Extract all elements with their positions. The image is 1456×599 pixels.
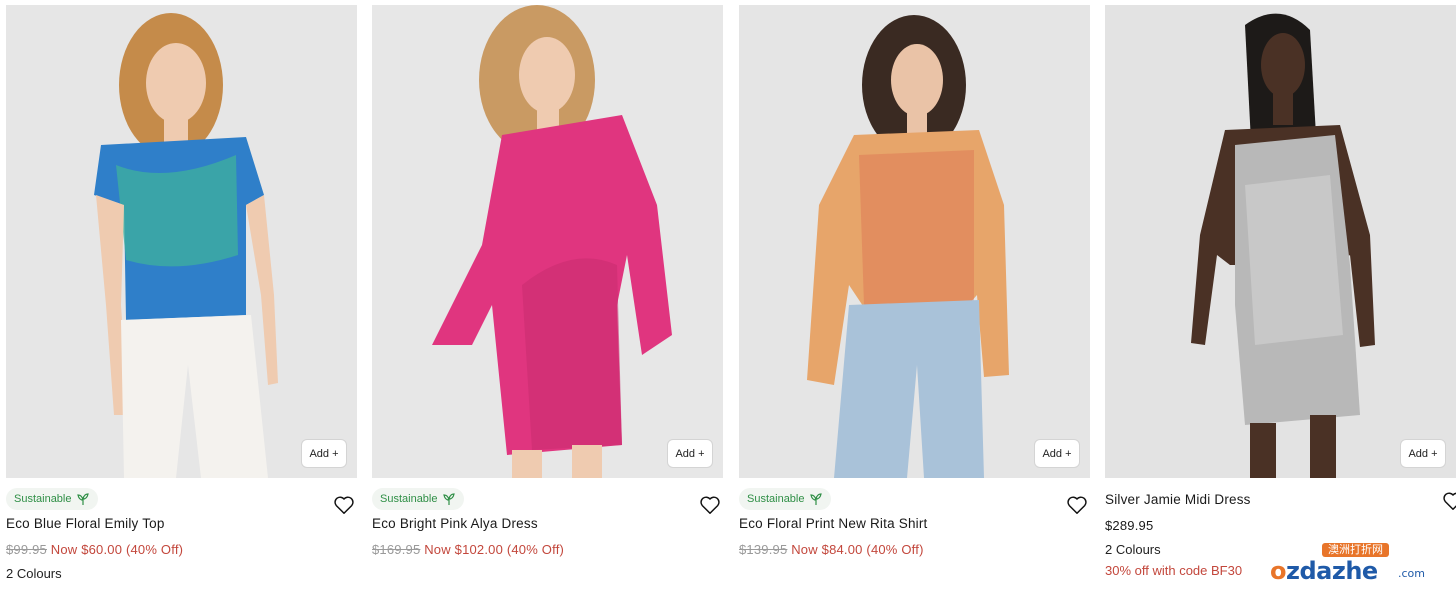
sale-price: Now $60.00 (40% Off)	[50, 542, 184, 557]
product-title[interactable]: Eco Blue Floral Emily Top	[6, 514, 357, 536]
wishlist-heart-icon[interactable]	[1066, 494, 1088, 516]
watermark-brand: ozdazhe	[1270, 557, 1378, 585]
sustainable-badge: Sustainable	[372, 488, 464, 510]
product-card[interactable]: Add + Sustainable Eco Blue Floral Emily …	[6, 5, 357, 585]
watermark-suffix: .com	[1398, 567, 1425, 580]
badge-label: Sustainable	[380, 493, 438, 505]
sale-price: Now $84.00 (40% Off)	[791, 542, 924, 557]
product-info: Sustainable Eco Floral Print New Rita Sh…	[739, 478, 1090, 561]
model-photo-placeholder	[6, 5, 357, 478]
product-title[interactable]: Eco Floral Print New Rita Shirt	[739, 514, 1090, 536]
price-row: $169.95 Now $102.00 (40% Off)	[372, 539, 723, 561]
add-to-bag-button[interactable]: Add +	[1034, 439, 1080, 468]
product-card[interactable]: Add + Silver Jamie Midi Dress $289.95 2 …	[1105, 5, 1456, 581]
price-row: $99.95 Now $60.00 (40% Off)	[6, 539, 357, 561]
badge-label: Sustainable	[747, 493, 805, 505]
original-price: $99.95	[6, 542, 47, 557]
product-title[interactable]: Eco Bright Pink Alya Dress	[372, 514, 723, 536]
badge-label: Sustainable	[14, 493, 72, 505]
leaf-icon	[76, 493, 89, 505]
price-row: $139.95 Now $84.00 (40% Off)	[739, 539, 1090, 561]
watermark-brand-o: o	[1270, 557, 1287, 585]
original-price: $139.95	[739, 542, 788, 557]
add-to-bag-button[interactable]: Add +	[1400, 439, 1446, 468]
product-info: Sustainable Eco Bright Pink Alya Dress $…	[372, 478, 723, 561]
sustainable-badge: Sustainable	[6, 488, 98, 510]
sustainable-badge: Sustainable	[739, 488, 831, 510]
product-image[interactable]: Add +	[739, 5, 1090, 478]
watermark-brand-rest: zdazhe	[1286, 557, 1378, 585]
price: $289.95	[1105, 518, 1154, 533]
wishlist-heart-icon[interactable]	[699, 494, 721, 516]
product-grid: Add + Sustainable Eco Blue Floral Emily …	[0, 0, 1456, 599]
watermark-tagline: 澳洲打折网	[1322, 543, 1389, 557]
site-watermark-logo: 澳洲打折网 ozdazhe .com	[1270, 543, 1440, 593]
colour-count[interactable]: 2 Colours	[6, 563, 357, 585]
add-to-bag-button[interactable]: Add +	[301, 439, 347, 468]
product-info: Sustainable Eco Blue Floral Emily Top $9…	[6, 478, 357, 585]
model-photo-placeholder	[739, 5, 1090, 478]
product-image[interactable]: Add +	[1105, 5, 1456, 478]
product-card[interactable]: Add + Sustainable Eco Bright Pink Alya D…	[372, 5, 723, 561]
product-card[interactable]: Add + Sustainable Eco Floral Print New R…	[739, 5, 1090, 561]
product-image[interactable]: Add +	[372, 5, 723, 478]
add-to-bag-button[interactable]: Add +	[667, 439, 713, 468]
original-price: $169.95	[372, 542, 421, 557]
leaf-icon	[442, 493, 455, 505]
product-title[interactable]: Silver Jamie Midi Dress	[1105, 490, 1456, 512]
sale-price: Now $102.00 (40% Off)	[424, 542, 565, 557]
leaf-icon	[809, 493, 822, 505]
wishlist-heart-icon[interactable]	[1442, 490, 1456, 512]
wishlist-heart-icon[interactable]	[333, 494, 355, 516]
model-photo-placeholder	[1105, 5, 1456, 478]
model-photo-placeholder	[372, 5, 723, 478]
product-image[interactable]: Add +	[6, 5, 357, 478]
